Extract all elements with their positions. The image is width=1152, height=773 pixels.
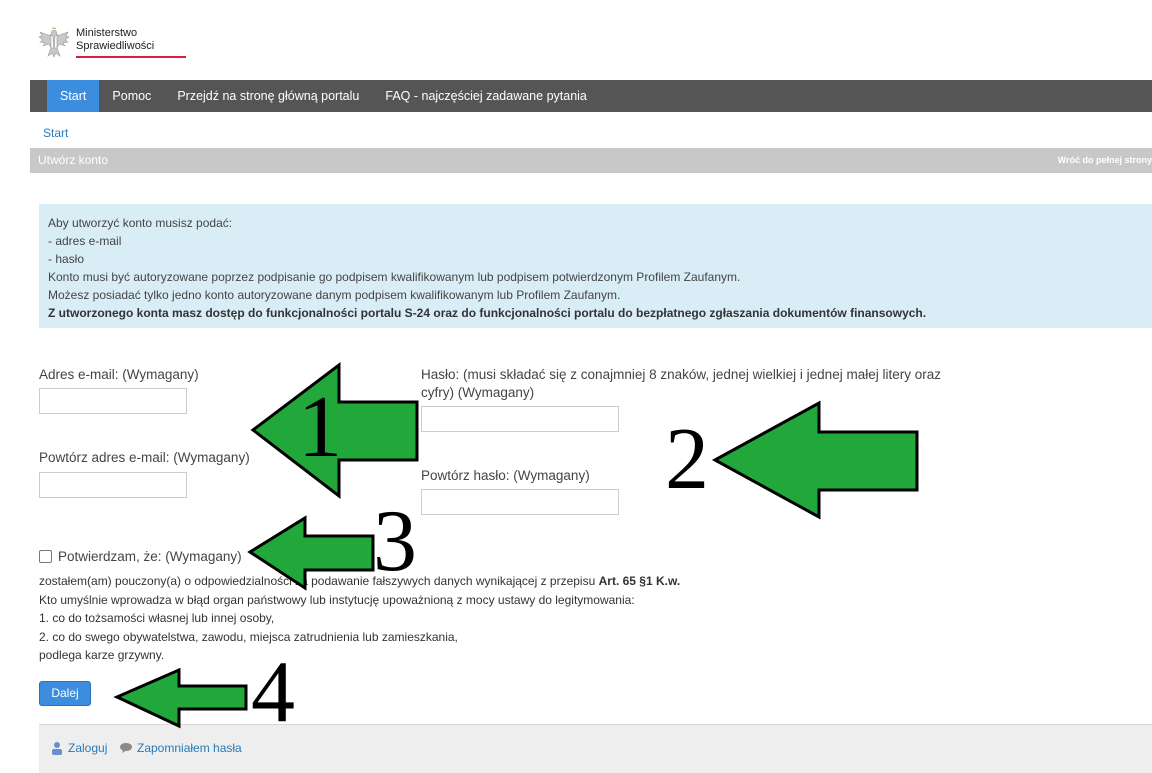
annotation-arrow-2 bbox=[711, 400, 919, 520]
declaration-line: zostałem(am) pouczony(a) o odpowiedzialn… bbox=[39, 572, 680, 591]
logo-line1: Ministerstwo bbox=[76, 26, 138, 39]
declaration-line: 1. co do tożsamości własnej lub innej os… bbox=[39, 611, 275, 625]
password-repeat-label: Powtórz hasło: (Wymagany) bbox=[421, 468, 590, 483]
logo-underline bbox=[76, 55, 186, 58]
logo: Ministerstwo Sprawiedliwości bbox=[36, 24, 186, 60]
nav-faq[interactable]: FAQ - najczęściej zadawane pytania bbox=[372, 80, 600, 112]
password-label-line1: Hasło: (musi składać się z conajmniej 8 … bbox=[421, 367, 941, 382]
forgot-password-label: Zapomniałem hasła bbox=[137, 741, 242, 755]
nav-help[interactable]: Pomoc bbox=[99, 80, 164, 112]
eagle-emblem-icon bbox=[38, 27, 70, 58]
info-line: Możesz posiadać tylko jedno konto autory… bbox=[48, 288, 621, 302]
declaration-line-text: zostałem(am) pouczony(a) o odpowiedzialn… bbox=[39, 574, 599, 588]
annotation-arrow-4 bbox=[113, 667, 248, 729]
declaration-line: 2. co do swego obywatelstwa, zawodu, mie… bbox=[39, 629, 458, 644]
declaration-text: zostałem(am) pouczony(a) o odpowiedzialn… bbox=[39, 572, 680, 665]
user-icon bbox=[52, 742, 62, 755]
declaration-article: Art. 65 §1 K.w. bbox=[598, 574, 681, 588]
speech-bubble-icon bbox=[120, 743, 132, 753]
login-link[interactable]: Zaloguj bbox=[50, 741, 107, 755]
declaration-line: podlega karze grzywny. bbox=[39, 648, 165, 662]
logo-line2: Sprawiedliwości bbox=[76, 39, 155, 52]
info-line: - adres e-mail bbox=[48, 234, 122, 248]
info-box: Aby utworzyć konto musisz podać: - adres… bbox=[39, 204, 1152, 328]
footer-bar: Zaloguj Zapomniałem hasła bbox=[39, 724, 1152, 773]
back-to-full-page-link[interactable]: Wróć do pełnej strony bbox=[1058, 155, 1152, 165]
password-label: Hasło: (musi składać się z conajmniej 8 … bbox=[421, 366, 941, 402]
login-link-label: Zaloguj bbox=[68, 741, 108, 755]
annotation-number-1: 1 bbox=[298, 379, 342, 476]
info-line: - hasło bbox=[48, 252, 85, 266]
nav-portal-home[interactable]: Przejdź na stronę główną portalu bbox=[164, 80, 372, 112]
annotation-number-3: 3 bbox=[373, 493, 417, 590]
section-title: Utwórz konto bbox=[38, 153, 109, 167]
email-repeat-input[interactable] bbox=[39, 472, 187, 498]
password-input[interactable] bbox=[421, 406, 619, 432]
email-input[interactable] bbox=[39, 388, 187, 414]
info-bold-line: Z utworzonego konta masz dostęp do funkc… bbox=[48, 306, 927, 320]
confirm-checkbox[interactable] bbox=[39, 550, 52, 563]
info-line: Konto musi być autoryzowane poprzez podp… bbox=[48, 270, 741, 284]
forgot-password-link[interactable]: Zapomniałem hasła bbox=[119, 741, 242, 755]
declaration-line: Kto umyślnie wprowadza w błąd organ pańs… bbox=[39, 592, 635, 607]
breadcrumb[interactable]: Start bbox=[43, 126, 68, 140]
nav-start[interactable]: Start bbox=[47, 80, 100, 112]
section-header: Utwórz konto Wróć do pełnej strony bbox=[30, 148, 1152, 173]
next-button[interactable]: Dalej bbox=[39, 681, 91, 706]
annotation-number-4: 4 bbox=[251, 644, 295, 741]
password-repeat-input[interactable] bbox=[421, 489, 619, 515]
confirm-row: Potwierdzam, że: (Wymagany) bbox=[39, 549, 242, 564]
password-label-line2: cyfry) (Wymagany) bbox=[421, 385, 535, 400]
main-nav: Start Pomoc Przejdź na stronę główną por… bbox=[30, 80, 1152, 112]
info-line: Aby utworzyć konto musisz podać: bbox=[48, 216, 233, 230]
confirm-label[interactable]: Potwierdzam, że: (Wymagany) bbox=[58, 549, 242, 564]
annotation-number-2: 2 bbox=[665, 411, 709, 508]
email-label: Adres e-mail: (Wymagany) bbox=[39, 367, 199, 382]
email-repeat-label: Powtórz adres e-mail: (Wymagany) bbox=[39, 450, 250, 465]
